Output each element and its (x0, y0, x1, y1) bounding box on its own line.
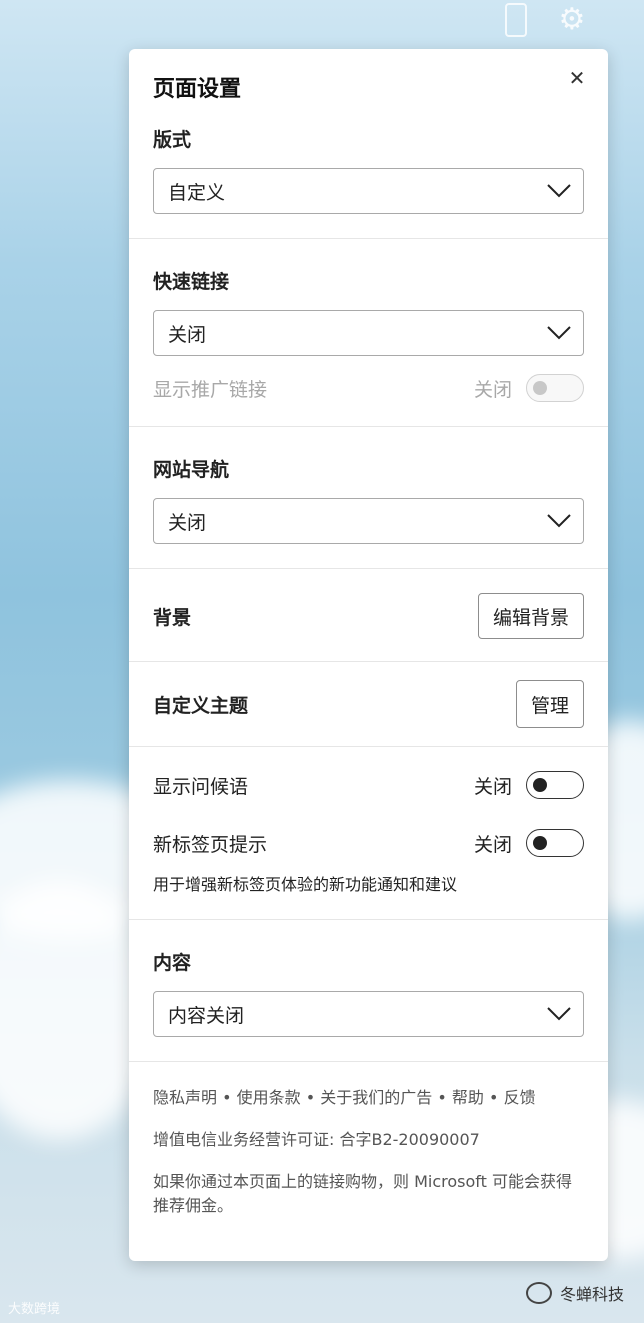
background-label: 背景 (153, 606, 192, 629)
custom-theme-label: 自定义主题 (153, 694, 249, 717)
chevron-down-icon (547, 184, 571, 198)
promoted-links-toggle (526, 374, 584, 402)
edit-background-button[interactable]: 编辑背景 (477, 593, 584, 639)
quick-links-select-value: 关闭 (168, 323, 207, 346)
privacy-link[interactable]: 隐私声明 (153, 1088, 217, 1107)
panel-footer: 隐私声明 • 使用条款 • 关于我们的广告 • 帮助 • 反馈 增值电信业务经营… (129, 1062, 608, 1218)
layout-label: 版式 (153, 129, 192, 151)
separator: • (437, 1088, 447, 1107)
chevron-down-icon (547, 1007, 571, 1021)
site-nav-label: 网站导航 (153, 459, 230, 481)
new-tab-tips-label: 新标签页提示 (153, 833, 268, 856)
manage-theme-button[interactable]: 管理 (515, 680, 584, 728)
greeting-row: 显示问候语 关闭 (153, 771, 584, 799)
chevron-down-icon (547, 514, 571, 528)
disclaimer-text: 如果你通过本页面上的链接购物，则 Microsoft 可能会获得推荐佣金。 (153, 1172, 572, 1215)
new-tab-tips-row: 新标签页提示 关闭 (153, 829, 584, 857)
quick-links-label: 快速链接 (153, 271, 230, 293)
help-link[interactable]: 帮助 (452, 1088, 484, 1107)
greeting-toggle[interactable] (526, 771, 584, 799)
greeting-section: 显示问候语 关闭 新标签页提示 关闭 用于增强新标签页体验的新功能通知和建议 (129, 747, 608, 920)
new-tab-tips-toggle[interactable] (526, 829, 584, 857)
top-toolbar: ⚙ (505, 0, 587, 40)
footer-links: 隐私声明 • 使用条款 • 关于我们的广告 • 帮助 • 反馈 (153, 1086, 584, 1110)
watermark-right-text: 冬蝉科技 (559, 1285, 624, 1304)
wechat-icon (525, 1282, 552, 1304)
separator: • (489, 1088, 499, 1107)
custom-theme-section: 自定义主题 管理 (129, 662, 608, 747)
site-nav-section: 网站导航 关闭 (129, 427, 608, 569)
separator: • (305, 1088, 316, 1107)
promoted-links-row: 显示推广链接 关闭 (153, 374, 584, 402)
quick-links-select[interactable]: 关闭 (153, 310, 584, 356)
separator: • (222, 1088, 232, 1107)
new-tab-tips-description: 用于增强新标签页体验的新功能通知和建议 (153, 875, 458, 894)
promoted-links-state: 关闭 (473, 378, 512, 401)
panel-title: 页面设置 (153, 77, 242, 102)
close-icon[interactable]: ✕ (564, 65, 590, 91)
chevron-down-icon (547, 326, 571, 340)
greeting-label: 显示问候语 (153, 775, 249, 798)
greeting-state: 关闭 (473, 775, 512, 798)
content-section: 内容 内容关闭 (129, 920, 608, 1062)
content-select[interactable]: 内容关闭 (153, 991, 584, 1037)
page-settings-panel: ✕ 页面设置 版式 自定义 快速链接 关闭 显示推广链接 关闭 网站导航 关闭 (129, 49, 608, 1261)
ads-link[interactable]: 关于我们的广告 (320, 1088, 432, 1107)
layout-select-value: 自定义 (168, 181, 226, 204)
site-nav-select-value: 关闭 (168, 511, 207, 534)
new-tab-tips-state: 关闭 (473, 833, 512, 856)
quick-links-section: 快速链接 关闭 显示推广链接 关闭 (129, 239, 608, 427)
watermark-right: 冬蝉科技 (525, 1281, 624, 1305)
watermark-left: 大数跨境 (8, 1302, 61, 1317)
background-section: 背景 编辑背景 (129, 569, 608, 662)
content-select-value: 内容关闭 (168, 1004, 245, 1027)
site-nav-select[interactable]: 关闭 (153, 498, 584, 544)
gear-icon[interactable]: ⚙ (557, 5, 587, 35)
promoted-links-label: 显示推广链接 (153, 378, 268, 401)
license-text: 增值电信业务经营许可证: 合字B2-20090007 (153, 1130, 480, 1149)
content-label: 内容 (153, 952, 192, 974)
tablet-icon[interactable] (505, 3, 527, 37)
layout-section: 页面设置 版式 自定义 (129, 49, 608, 239)
feedback-link[interactable]: 反馈 (504, 1088, 536, 1107)
terms-link[interactable]: 使用条款 (237, 1088, 301, 1107)
layout-select[interactable]: 自定义 (153, 168, 584, 214)
